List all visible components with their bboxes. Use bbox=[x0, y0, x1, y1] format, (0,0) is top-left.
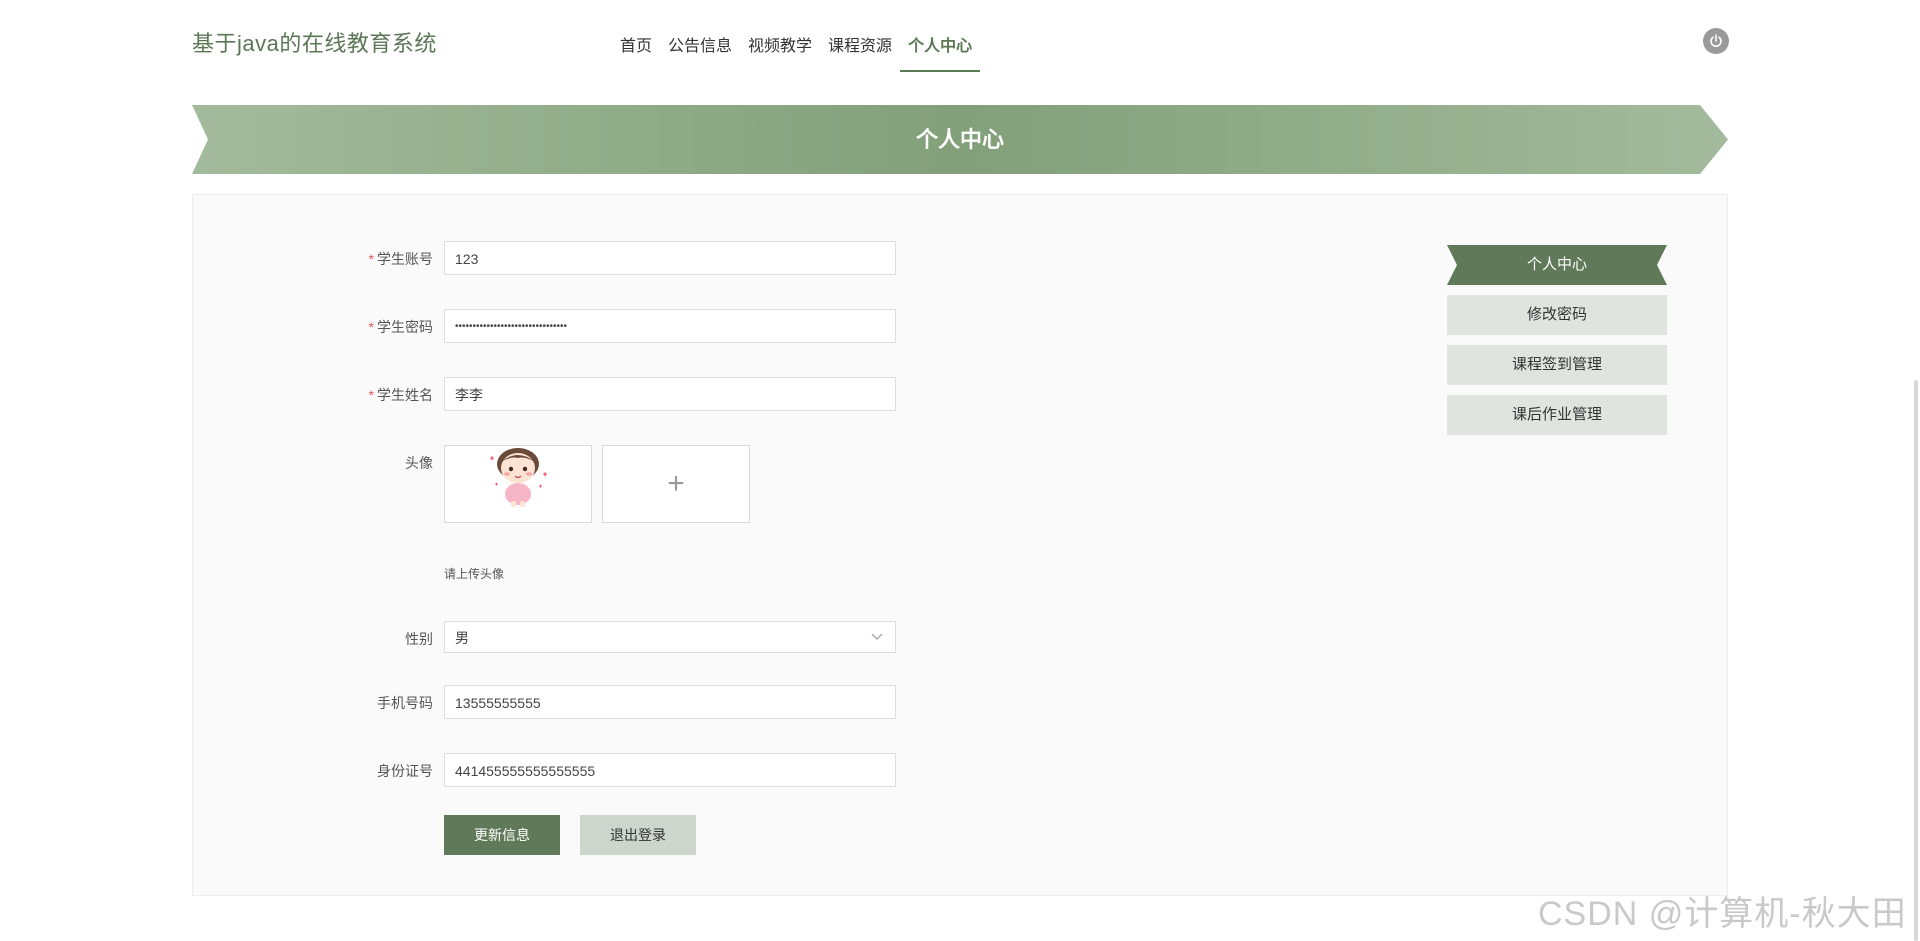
banner-title: 个人中心 bbox=[915, 127, 1004, 152]
phone-label: 手机号码 bbox=[377, 695, 433, 711]
watermark: CSDN @计算机-秋大田 bbox=[1538, 895, 1907, 933]
page-scrollbar[interactable] bbox=[1914, 380, 1918, 941]
avatar-upload-button[interactable]: + bbox=[602, 445, 750, 523]
side-menu-item-personal-center[interactable]: 个人中心 bbox=[1447, 245, 1667, 285]
site-title[interactable]: 基于java的在线教育系统 bbox=[192, 26, 437, 58]
password-label: * 学生密码 bbox=[368, 319, 433, 335]
chevron-down-icon bbox=[871, 633, 883, 640]
page: 基于java的在线教育系统 首页 公告信息 视频教学 课程资源 个人中心 个人中… bbox=[0, 0, 1920, 941]
side-menu-item-course-checkin[interactable]: 课程签到管理 bbox=[1447, 345, 1667, 385]
avatar-hint: 请上传头像 bbox=[444, 567, 505, 581]
side-menu-item-homework[interactable]: 课后作业管理 bbox=[1447, 395, 1667, 435]
gender-label: 性别 bbox=[405, 631, 433, 647]
account-label: * 学生账号 bbox=[368, 251, 433, 267]
password-input[interactable]: •••••••••••••••••••••••••••••••• bbox=[444, 309, 896, 343]
phone-input[interactable]: 13555555555 bbox=[444, 685, 896, 719]
update-info-button[interactable]: 更新信息 bbox=[444, 815, 560, 855]
name-input[interactable]: 李李 bbox=[444, 377, 896, 411]
side-menu-item-change-password[interactable]: 修改密码 bbox=[1447, 295, 1667, 335]
id-card-input[interactable]: 441455555555555555 bbox=[444, 753, 896, 787]
nav-item-video-teaching[interactable]: 视频教学 bbox=[740, 22, 820, 66]
id-card-label: 身份证号 bbox=[377, 763, 433, 779]
plus-icon: + bbox=[667, 467, 685, 500]
account-input[interactable]: 123 bbox=[444, 241, 896, 275]
gender-select-value: 男 bbox=[455, 630, 469, 646]
logout-button[interactable]: 退出登录 bbox=[580, 815, 696, 855]
gender-select[interactable]: 男 bbox=[444, 621, 896, 653]
nav-item-personal-center[interactable]: 个人中心 bbox=[900, 22, 981, 72]
page-banner: 个人中心 bbox=[192, 105, 1728, 174]
profile-panel: * 学生账号 123 * 学生密码 ••••••••••••••••••••••••… bbox=[192, 194, 1728, 896]
avatar-preview[interactable] bbox=[444, 445, 592, 523]
power-icon[interactable] bbox=[1703, 28, 1729, 54]
top-nav: 首页 公告信息 视频教学 课程资源 个人中心 bbox=[612, 22, 981, 72]
name-label: * 学生姓名 bbox=[368, 387, 433, 403]
nav-item-home[interactable]: 首页 bbox=[612, 22, 660, 66]
nav-item-course-resources[interactable]: 课程资源 bbox=[820, 22, 900, 66]
nav-item-announcements[interactable]: 公告信息 bbox=[660, 22, 740, 66]
avatar-label: 头像 bbox=[405, 455, 433, 471]
avatar-image bbox=[490, 448, 547, 507]
